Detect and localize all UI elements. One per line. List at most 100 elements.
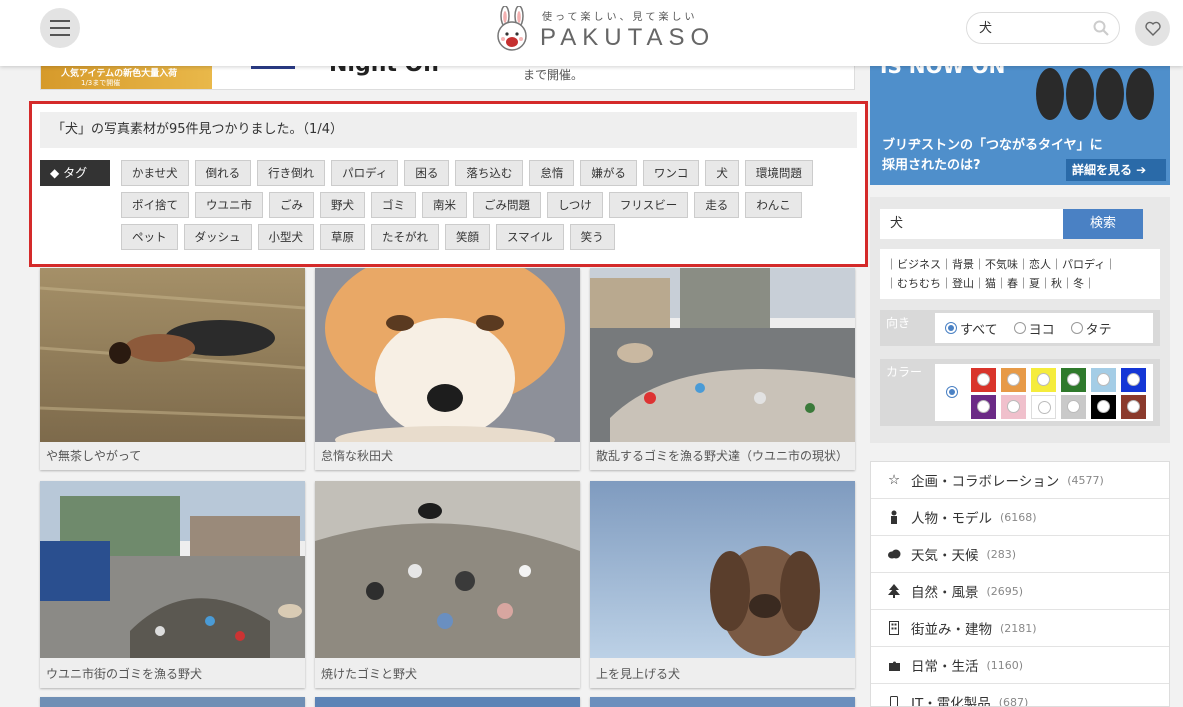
category-item[interactable]: 人物・モデル (6168) bbox=[871, 499, 1169, 536]
photo-card[interactable]: 怠惰な秋田犬 bbox=[315, 268, 580, 470]
keyword-link[interactable]: 背景 bbox=[952, 258, 974, 271]
hamburger-menu-button[interactable] bbox=[40, 8, 80, 48]
photo-card[interactable] bbox=[590, 697, 855, 707]
sidebar-search-input[interactable]: 犬 bbox=[880, 209, 1064, 239]
color-swatch-black[interactable] bbox=[1091, 395, 1116, 419]
orientation-all-radio[interactable]: すべて bbox=[945, 319, 998, 338]
keyword-link[interactable]: 不気味 bbox=[985, 258, 1018, 271]
category-item[interactable]: IT・電化製品 (687) bbox=[871, 684, 1169, 706]
tag-item[interactable]: 倒れる bbox=[194, 160, 252, 186]
site-logo[interactable]: 使って楽しい、見て楽しい PAKUTASO bbox=[492, 6, 722, 54]
tag-item[interactable]: 行き倒れ bbox=[257, 160, 326, 186]
orientation-options: すべて ヨコ タテ bbox=[935, 313, 1153, 343]
tag-item[interactable]: ウユニ市 bbox=[195, 192, 263, 218]
tag-item[interactable]: ポイ捨て bbox=[121, 192, 189, 218]
swatch-dot bbox=[1007, 400, 1020, 413]
color-swatch-red[interactable] bbox=[971, 368, 996, 392]
color-swatch-white[interactable] bbox=[1031, 395, 1056, 419]
tag-item[interactable]: 犬 bbox=[705, 160, 739, 186]
color-swatch-purple[interactable] bbox=[971, 395, 996, 419]
color-swatch-pink[interactable] bbox=[1001, 395, 1026, 419]
photo-card[interactable]: ウユニ市街のゴミを漁る野犬 bbox=[40, 481, 305, 688]
color-swatch-lightblue[interactable] bbox=[1091, 368, 1116, 392]
tag-item[interactable]: 嫌がる bbox=[580, 160, 637, 186]
person-icon bbox=[887, 510, 901, 524]
category-count: (1160) bbox=[986, 658, 1024, 672]
tag-item[interactable]: 野犬 bbox=[320, 192, 365, 218]
keyword-link[interactable]: ビジネス bbox=[897, 258, 941, 271]
category-count: (2181) bbox=[1000, 621, 1037, 635]
photo-card[interactable]: 焼けたゴミと野犬 bbox=[315, 481, 580, 688]
tag-item[interactable]: ペット bbox=[121, 224, 178, 250]
tag-item[interactable]: 笑顔 bbox=[445, 224, 490, 250]
tag-item[interactable]: ワンコ bbox=[642, 160, 700, 186]
orientation-landscape-radio[interactable]: ヨコ bbox=[1013, 319, 1055, 338]
tag-item[interactable]: たそがれ bbox=[371, 224, 439, 250]
photo-card[interactable]: 上を見上げる犬 bbox=[590, 481, 855, 688]
color-swatch-gray[interactable] bbox=[1061, 395, 1086, 419]
category-label: 天気・天候 bbox=[911, 548, 979, 564]
swatch-dot bbox=[1038, 401, 1051, 414]
search-icon[interactable] bbox=[1093, 20, 1109, 36]
header-search[interactable] bbox=[966, 12, 1120, 44]
tag-item[interactable]: フリスビー bbox=[608, 192, 689, 218]
keyword-link[interactable]: パロディ bbox=[1062, 258, 1105, 271]
color-swatch-orange[interactable] bbox=[1001, 368, 1026, 392]
tag-item[interactable]: 笑う bbox=[569, 224, 615, 250]
tag-item[interactable]: しつけ bbox=[547, 192, 603, 218]
tag-item[interactable]: 環境問題 bbox=[744, 160, 813, 186]
category-item[interactable]: 街並み・建物 (2181) bbox=[871, 610, 1169, 647]
tag-item[interactable]: スマイル bbox=[496, 224, 564, 250]
photo-card[interactable] bbox=[315, 697, 580, 707]
orientation-portrait-radio[interactable]: タテ bbox=[1070, 319, 1112, 338]
rabbit-mascot-icon bbox=[497, 6, 527, 51]
category-count: (4577) bbox=[1067, 473, 1104, 487]
keyword-link[interactable]: 冬 bbox=[1073, 277, 1084, 290]
tag-item[interactable]: わんこ bbox=[745, 192, 802, 218]
tag-item[interactable]: 落ち込む bbox=[455, 160, 524, 186]
keyword-link[interactable]: 春 bbox=[1007, 277, 1018, 290]
color-swatch-all[interactable] bbox=[939, 380, 964, 404]
tag-list: かませ犬 倒れる 行き倒れ パロディ 困る 落ち込む 怠惰 嫌がる ワンコ 犬 … bbox=[121, 160, 861, 250]
color-swatch-yellow[interactable] bbox=[1031, 368, 1056, 392]
keyword-link[interactable]: 恋人 bbox=[1029, 258, 1051, 271]
tag-item[interactable]: ごみ bbox=[269, 192, 314, 218]
category-item[interactable]: 自然・風景 (2695) bbox=[871, 573, 1169, 610]
keyword-link[interactable]: 猫 bbox=[985, 277, 996, 290]
tag-item[interactable]: 怠惰 bbox=[529, 160, 575, 186]
tag-item[interactable]: かませ犬 bbox=[121, 160, 189, 186]
tag-item[interactable]: ダッシュ bbox=[183, 224, 252, 250]
color-swatch-brown[interactable] bbox=[1121, 395, 1146, 419]
keyword-link[interactable]: 夏 bbox=[1029, 277, 1040, 290]
photo-caption: ウユニ市街のゴミを漁る野犬 bbox=[46, 667, 203, 681]
tag-item[interactable]: 南米 bbox=[422, 192, 467, 218]
color-swatch-green[interactable] bbox=[1061, 368, 1086, 392]
tag-item[interactable]: 草原 bbox=[320, 224, 365, 250]
tag-item[interactable]: パロディ bbox=[331, 160, 399, 186]
tag-item[interactable]: 困る bbox=[404, 160, 450, 186]
tag-item[interactable]: 小型犬 bbox=[257, 224, 314, 250]
photo-card[interactable]: 散乱するゴミを漁る野犬達（ウユニ市の現状） bbox=[590, 268, 855, 470]
ad-line2: 1/3まで開催 bbox=[81, 79, 121, 87]
category-item[interactable]: 天気・天候 (283) bbox=[871, 536, 1169, 573]
radio-label: すべて bbox=[960, 322, 998, 338]
tag-item[interactable]: ゴミ bbox=[371, 192, 416, 218]
category-item[interactable]: 日常・生活 (1160) bbox=[871, 647, 1169, 684]
sidebar-search-button[interactable]: 検索 bbox=[1063, 209, 1143, 239]
top-ad-banner[interactable]: 人気アイテムの新色大量入荷 1/3まで開催 Night On まで開催。 bbox=[40, 66, 855, 90]
color-swatch-blue[interactable] bbox=[1121, 368, 1146, 392]
tag-item[interactable]: ごみ問題 bbox=[473, 192, 541, 218]
tree-icon bbox=[887, 584, 901, 598]
photo-card[interactable] bbox=[40, 697, 305, 707]
favorites-button[interactable] bbox=[1135, 11, 1170, 46]
header-search-input[interactable] bbox=[979, 19, 1079, 34]
keyword-link[interactable]: むちむち bbox=[897, 277, 941, 290]
category-item[interactable]: ☆ 企画・コラボレーション (4577) bbox=[871, 462, 1169, 499]
keyword-link[interactable]: 登山 bbox=[952, 277, 974, 290]
keyword-link[interactable]: 秋 bbox=[1051, 277, 1062, 290]
photo-card[interactable]: や無茶しやがって bbox=[40, 268, 305, 470]
ad-details-button[interactable]: 詳細を見る ➔ bbox=[1066, 159, 1166, 181]
sidebar-ad-banner[interactable]: IS NOW ON ブリヂストンの「つながるタイヤ」に 採用されたのは? 詳細を… bbox=[870, 66, 1170, 185]
photo-image bbox=[40, 268, 305, 442]
tag-item[interactable]: 走る bbox=[694, 192, 740, 218]
